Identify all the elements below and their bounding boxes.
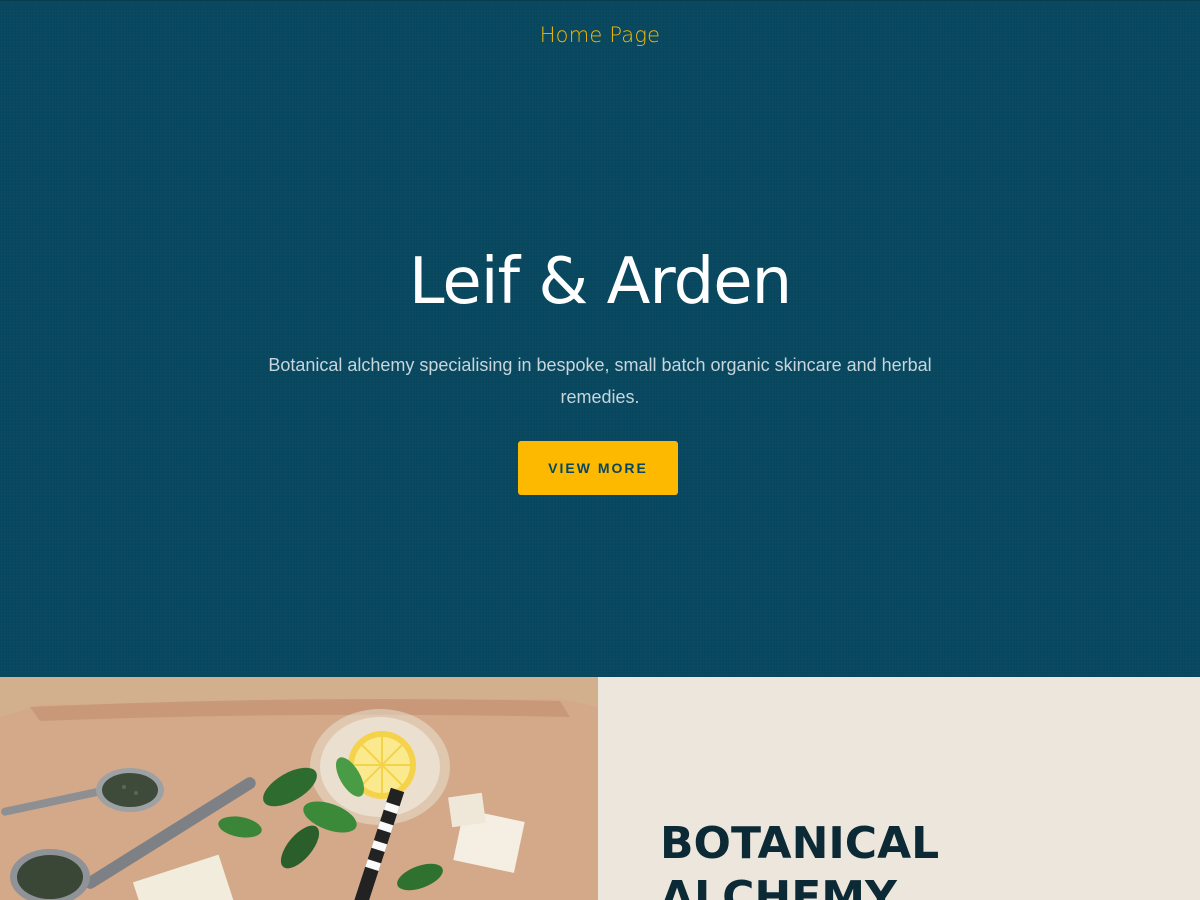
hero-description: Botanical alchemy specialising in bespok… (268, 355, 932, 407)
hero-section: Home Page Leif & Arden Botanical alchemy… (0, 0, 1200, 678)
herbal-ingredients-illustration (0, 677, 598, 900)
herbal-ingredients-photo (0, 677, 598, 900)
home-page-link[interactable]: Home Page (0, 23, 1200, 47)
feature-panel: BOTANICAL ALCHEMY (598, 677, 1200, 900)
view-more-button[interactable]: VIEW MORE (518, 441, 678, 495)
section-heading: BOTANICAL ALCHEMY (660, 818, 940, 900)
hero-title: Leif & Arden (408, 245, 792, 319)
